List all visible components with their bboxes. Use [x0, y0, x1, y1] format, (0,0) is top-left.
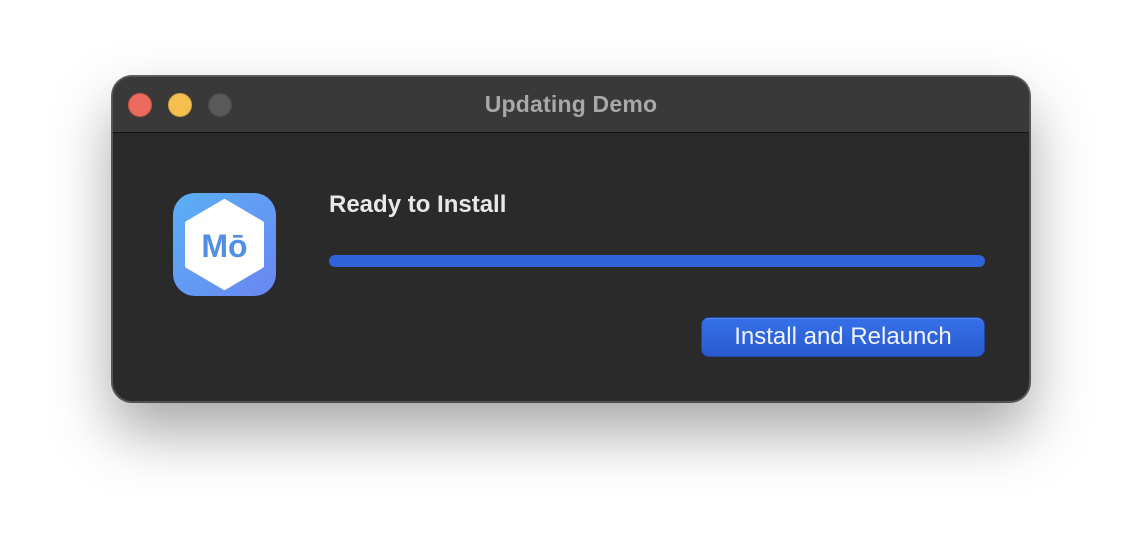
status-text: Ready to Install [329, 191, 507, 218]
progress-bar [329, 255, 985, 267]
window-title: Updating Demo [484, 91, 658, 117]
app-icon: Mō [173, 193, 276, 296]
install-and-relaunch-button[interactable]: Install and Relaunch [701, 317, 985, 357]
hexagon-logo-icon: Mō [173, 193, 276, 296]
title-bar[interactable]: Updating Demo [113, 77, 1029, 133]
logo-text: Mō [201, 228, 247, 264]
update-window: Updating Demo Mō Ready to Install Instal… [112, 76, 1030, 402]
progress-fill [329, 255, 985, 267]
